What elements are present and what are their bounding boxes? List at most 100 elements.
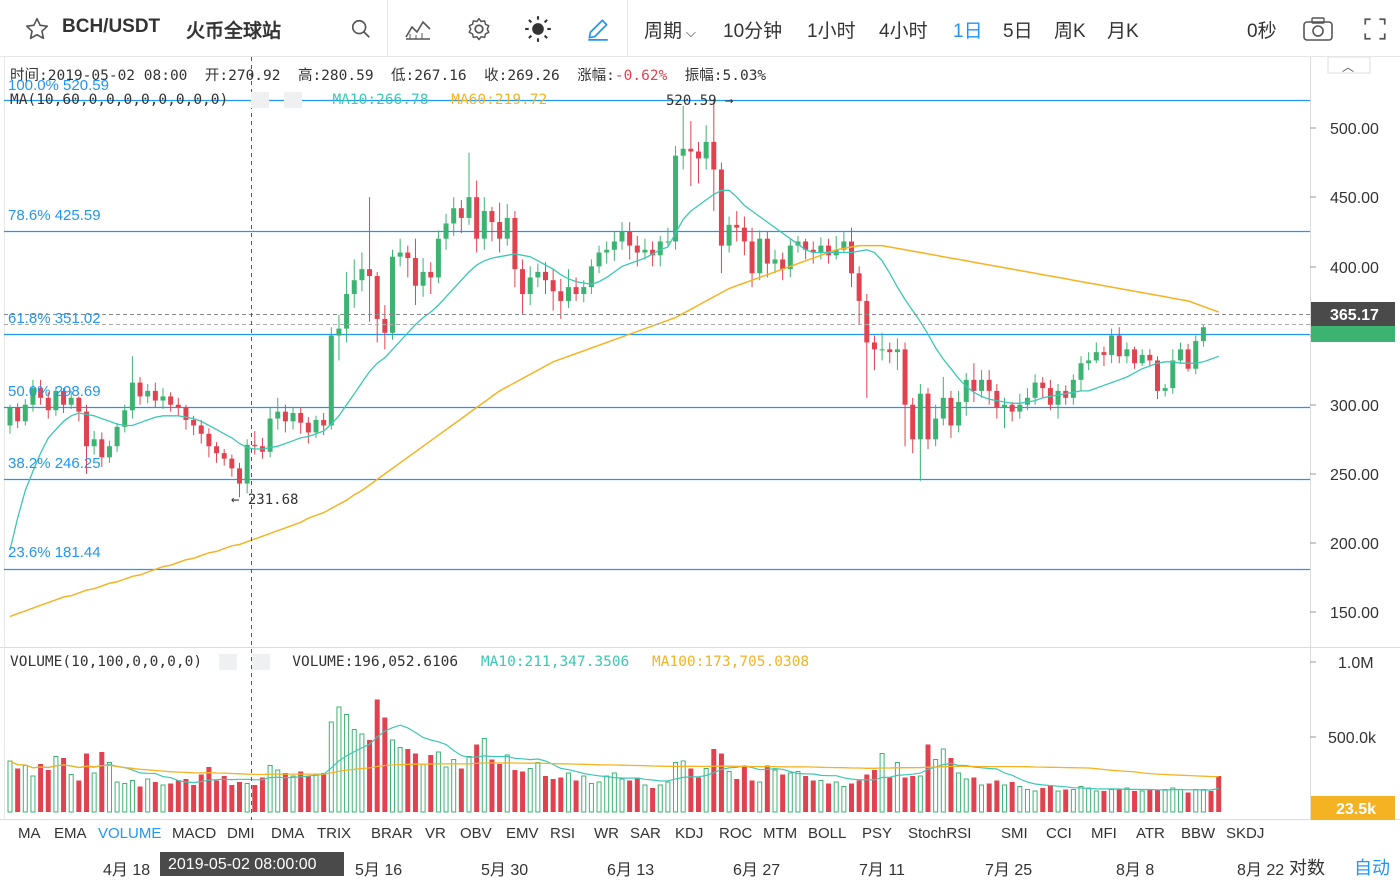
indicator-tab[interactable]: PSY — [862, 825, 892, 842]
indicator-tab[interactable]: MACD — [172, 825, 216, 842]
volume-bar — [344, 714, 350, 813]
candle-body — [374, 276, 380, 319]
volume-bar — [894, 762, 900, 813]
candle-body — [772, 259, 778, 264]
indicator-tab[interactable]: EMA — [54, 825, 87, 842]
volume-bar — [971, 777, 977, 812]
volume-bar — [550, 779, 556, 812]
period-5d[interactable]: 5日 — [1003, 16, 1033, 43]
volume-bar — [1139, 790, 1145, 813]
indicator-tab[interactable]: SMI — [1001, 825, 1028, 842]
symbol-name[interactable]: BCH/USDT — [62, 16, 160, 38]
indicator-tab[interactable]: ATR — [1136, 825, 1165, 842]
indicator-tab[interactable]: EMV — [506, 825, 539, 842]
volume-bar — [619, 778, 625, 813]
camera-screenshot-icon[interactable] — [1302, 0, 1334, 57]
price-tick: 450.00 — [1330, 190, 1379, 207]
indicator-tab[interactable]: StochRSI — [908, 825, 971, 842]
period-1d[interactable]: 1日 — [953, 16, 983, 43]
indicator-tab[interactable]: BRAR — [371, 825, 413, 842]
volume-bar — [520, 771, 526, 812]
current-volume-value: 23.5k — [1336, 801, 1376, 818]
search-icon[interactable] — [350, 0, 372, 57]
draw-pencil-icon[interactable] — [585, 0, 611, 57]
candle-body — [1170, 360, 1176, 389]
indicator-tab[interactable]: SAR — [630, 825, 661, 842]
candlestick-chart[interactable]: 520.59 → ← 231.68 500.00 450.00 400.00 3… — [0, 57, 1400, 820]
volume-bar — [1078, 786, 1084, 813]
indicator-tab[interactable]: MFI — [1091, 825, 1117, 842]
period-10min[interactable]: 10分钟 — [723, 16, 782, 43]
candle-body — [1040, 382, 1046, 389]
candle-body — [305, 422, 311, 433]
volume-tick: 500.0k — [1328, 730, 1377, 747]
candle-body — [581, 287, 587, 295]
ma-close-icon[interactable] — [283, 92, 302, 108]
volume-bar — [1024, 789, 1030, 813]
price-tick: 150.00 — [1330, 605, 1379, 622]
candle-body — [1162, 388, 1168, 391]
candle-body — [244, 444, 250, 484]
period-4h[interactable]: 4小时 — [879, 16, 928, 43]
theme-sun-icon[interactable] — [524, 0, 552, 57]
volume-bar — [137, 786, 143, 812]
volume-bar — [512, 770, 518, 812]
indicator-tab[interactable]: WR — [594, 825, 619, 842]
favorite-star-icon[interactable] — [24, 0, 50, 57]
candle-body — [382, 318, 388, 333]
fib-label-618: 61.8% 351.02 — [8, 310, 101, 327]
indicator-tab[interactable]: DMA — [271, 825, 304, 842]
auto-scale-toggle[interactable]: 自动 — [1354, 854, 1390, 880]
indicator-tab[interactable]: VR — [425, 825, 446, 842]
volume-bar — [627, 780, 633, 812]
log-scale-toggle[interactable]: 对数 — [1289, 854, 1325, 880]
ma-legend: MA(10,60,0,0,0,0,0,0,0,0) MA10:266.78 MA… — [10, 92, 547, 108]
indicator-tab[interactable]: RSI — [550, 825, 575, 842]
volume-close-icon[interactable] — [251, 654, 270, 670]
volume-settings-icon[interactable] — [218, 654, 237, 670]
indicator-tab[interactable]: MA — [18, 825, 41, 842]
candle-body — [1147, 354, 1153, 361]
indicator-tab[interactable]: DMI — [227, 825, 255, 842]
settings-gear-icon[interactable] — [466, 0, 492, 57]
high-marker: 520.59 → — [666, 93, 733, 109]
indicator-tab[interactable]: MTM — [763, 825, 797, 842]
indicator-tab[interactable]: CCI — [1046, 825, 1072, 842]
candle-body — [512, 217, 518, 270]
indicator-tab[interactable]: BBW — [1181, 825, 1215, 842]
exchange-name[interactable]: 火币全球站 — [186, 16, 281, 43]
countdown-timer: 0秒 — [1247, 21, 1277, 42]
candle-body — [489, 211, 495, 223]
indicator-tab[interactable]: OBV — [460, 825, 492, 842]
volume-bar — [764, 765, 770, 812]
volume-bar — [1216, 776, 1222, 812]
info-open: 开:270.92 — [204, 68, 281, 84]
volume-bar — [152, 782, 158, 812]
candle-body — [175, 404, 181, 408]
volume-bar — [68, 774, 74, 813]
indicator-tab[interactable]: TRIX — [317, 825, 351, 842]
candle-body — [275, 411, 281, 419]
volume-bar — [1155, 789, 1160, 812]
indicator-tab[interactable]: BOLL — [808, 825, 846, 842]
indicator-tab[interactable]: SKDJ — [1226, 825, 1264, 842]
period-1h[interactable]: 1小时 — [807, 16, 856, 43]
candle-body — [940, 397, 946, 419]
volume-bar — [634, 777, 640, 812]
volume-bar — [405, 749, 411, 812]
period-week[interactable]: 周K — [1054, 16, 1086, 43]
ma-settings-icon[interactable] — [250, 92, 269, 108]
period-month[interactable]: 月K — [1107, 16, 1139, 43]
volume-bar — [191, 785, 197, 812]
indicator-tab-active[interactable]: VOLUME — [98, 825, 161, 842]
indicator-tab[interactable]: KDJ — [675, 825, 703, 842]
period-selector[interactable]: 周期 ⌵ — [644, 16, 696, 43]
indicators-chart-icon[interactable] — [404, 0, 432, 57]
volume-bar — [994, 780, 1000, 812]
candle-body — [435, 238, 441, 278]
fullscreen-icon[interactable] — [1362, 0, 1388, 57]
indicator-tab[interactable]: ROC — [719, 825, 752, 842]
volume-bar — [956, 772, 962, 813]
volume-bar — [367, 740, 373, 812]
chevron-up-icon: ︿ — [1342, 60, 1354, 74]
